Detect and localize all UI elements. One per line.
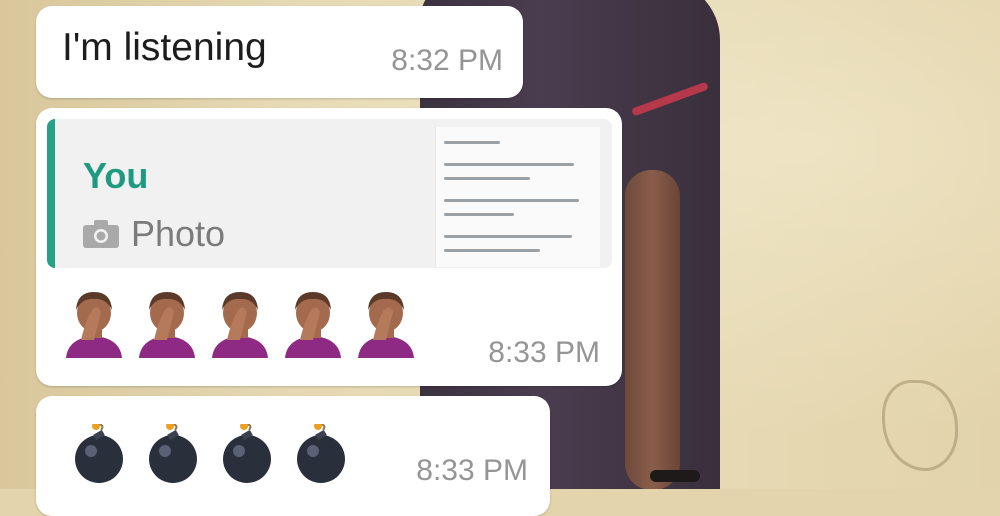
person-facepalming-emoji [66,292,122,358]
quote-accent-bar [47,119,55,268]
emoji-row [64,288,416,358]
message-bubble[interactable]: 8:33 PM [36,396,550,516]
camera-icon [83,220,119,248]
bomb-emoji [75,424,123,483]
message-bubble[interactable]: You Photo 8:33 PM [36,108,622,386]
quoted-type-label: Photo [131,213,226,254]
person-facepalming-emoji [358,292,414,358]
message-timestamp: 8:33 PM [416,454,528,487]
quoted-type: Photo [83,213,225,255]
message-timestamp: 8:33 PM [488,336,600,369]
person-facepalming-emoji [285,292,341,358]
bomb-emoji [149,424,197,483]
message-bubble[interactable]: I'm listening 8:32 PM [36,6,523,98]
message-timestamp: 8:32 PM [391,44,503,77]
bomb-emoji [223,424,271,483]
message-text: I'm listening [62,26,267,69]
person-facepalming-emoji [212,292,268,358]
person-facepalming-emoji [139,292,195,358]
quoted-message[interactable]: You Photo [47,119,612,268]
quoted-photo-thumbnail [435,127,600,267]
bomb-emoji [297,424,345,483]
quoted-author: You [83,155,149,196]
emoji-row [70,424,350,486]
